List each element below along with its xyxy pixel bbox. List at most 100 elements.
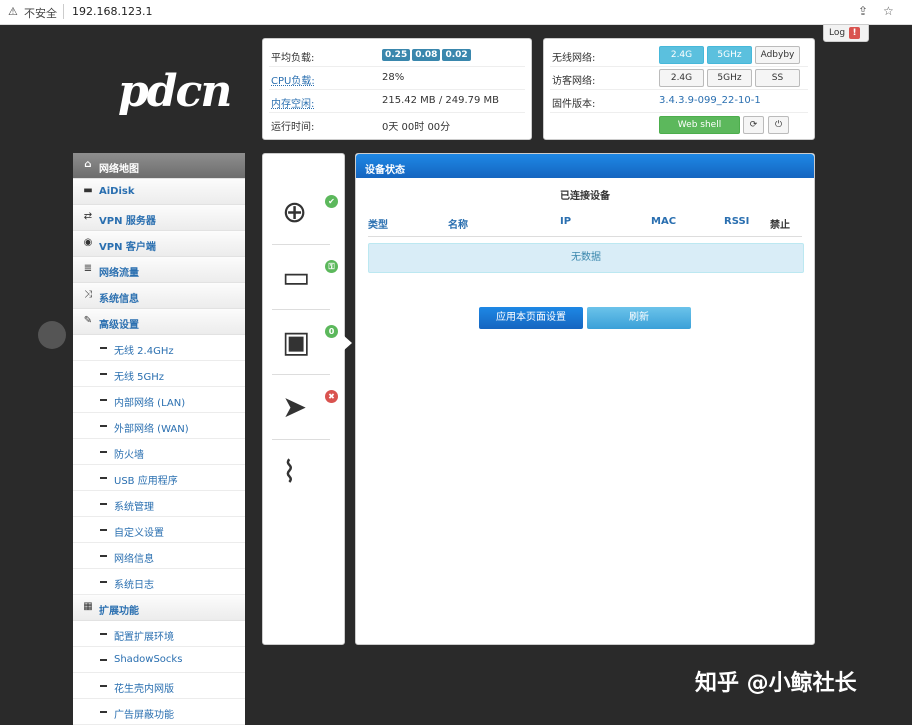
sidebar-sub-label: 配置扩展环境 xyxy=(114,632,174,643)
firmware-key: 固件版本: xyxy=(552,99,596,110)
memory-link[interactable]: 内存空闲: xyxy=(271,95,314,110)
log-button[interactable]: Log ! xyxy=(823,24,869,42)
webshell-button[interactable]: Web shell xyxy=(659,116,740,134)
wrench-icon: ✎ xyxy=(83,315,93,326)
clients-status[interactable]: ▣ 0 xyxy=(272,311,338,375)
browser-address-bar: ⚠ 不安全 192.168.123.1 ⇪ ☆ xyxy=(0,0,912,25)
cpu-value: 28% xyxy=(382,72,405,83)
sidebar-item-aidisk[interactable]: ▬ AiDisk xyxy=(73,179,245,205)
sidebar-item-vpn-client[interactable]: ◉ VPN 客户端 xyxy=(73,231,245,257)
url-field[interactable]: 192.168.123.1 xyxy=(72,5,152,18)
dash-icon xyxy=(100,711,107,713)
dash-icon xyxy=(100,659,107,661)
sidebar-sub-shadowsocks[interactable]: ShadowSocks xyxy=(73,647,245,673)
dash-icon xyxy=(100,477,107,479)
usb-status[interactable]: ⌇ xyxy=(272,441,330,504)
sidebar-sub-label: 自定义设置 xyxy=(114,528,164,539)
load-key: 平均负载: xyxy=(271,53,315,64)
sidebar-item-label: VPN 客户端 xyxy=(99,242,156,253)
sidebar: ⌂ 网络地图 ▬ AiDisk ⇄ VPN 服务器 ◉ VPN 客户端 ≣ 网络… xyxy=(73,153,245,725)
firmware-row: 固件版本: 3.4.3.9-099_22-10-1 xyxy=(550,90,808,113)
guest-24g-button[interactable]: 2.4G xyxy=(659,69,704,87)
sidebar-sub-lan[interactable]: 内部网络 (LAN) xyxy=(73,387,245,413)
sidebar-sub-firewall[interactable]: 防火墙 xyxy=(73,439,245,465)
sidebar-sub-wifi5[interactable]: 无线 5GHz xyxy=(73,361,245,387)
wifi-lock-icon: ▭ xyxy=(282,260,311,295)
sidebar-item-network-map[interactable]: ⌂ 网络地图 xyxy=(73,153,245,179)
sidebar-sub-label: USB 应用程序 xyxy=(114,476,178,487)
sidebar-sub-label: ShadowSocks xyxy=(114,654,183,665)
sidebar-item-extensions[interactable]: ▦ 扩展功能 xyxy=(73,595,245,621)
vpn-status[interactable]: ➤ ✖ xyxy=(272,376,338,440)
sidebar-sub-custom[interactable]: 自定义设置 xyxy=(73,517,245,543)
empty-message: 无数据 xyxy=(368,243,804,273)
dash-icon xyxy=(100,685,107,687)
star-icon[interactable]: ☆ xyxy=(883,4,894,18)
sidebar-item-advanced[interactable]: ✎ 高级设置 xyxy=(73,309,245,335)
sidebar-sub-syslog[interactable]: 系统日志 xyxy=(73,569,245,595)
guest-5g-button[interactable]: 5GHz xyxy=(707,69,752,87)
dash-icon xyxy=(100,347,107,349)
sidebar-item-sysinfo[interactable]: ⤨ 系统信息 xyxy=(73,283,245,309)
sidebar-sub-wifi24[interactable]: 无线 2.4GHz xyxy=(73,335,245,361)
globe-icon: ◉ xyxy=(83,237,93,248)
sidebar-item-label: VPN 服务器 xyxy=(99,216,156,227)
security-label: 不安全 xyxy=(24,7,57,20)
internet-status[interactable]: ⊕ ✔ xyxy=(272,181,338,245)
sidebar-sub-label: 花生壳内网版 xyxy=(114,684,174,695)
logo: pdcn xyxy=(118,66,232,117)
sidebar-sub-label: 无线 5GHz xyxy=(114,372,165,383)
uptime-key: 运行时间: xyxy=(271,122,315,133)
sidebar-sub-label: 系统管理 xyxy=(114,502,154,513)
cpu-link[interactable]: CPU负载: xyxy=(271,72,315,87)
refresh-icon[interactable]: ⟳ xyxy=(743,116,764,134)
dash-icon xyxy=(100,425,107,427)
col-type: 类型 xyxy=(368,220,388,231)
apply-button[interactable]: 应用本页面设置 xyxy=(479,307,583,329)
sidebar-sub-admin[interactable]: 系统管理 xyxy=(73,491,245,517)
globe-network-icon: ⊕ xyxy=(282,195,308,230)
load-badge: 0.02 xyxy=(442,49,471,61)
wifi-5g-button[interactable]: 5GHz xyxy=(707,46,752,64)
sidebar-item-label: 高级设置 xyxy=(99,320,139,331)
shuffle-icon: ⤨ xyxy=(84,289,92,300)
status-icon-column: ⊕ ✔ ▭ ⚿ ▣ 0 ➤ ✖ ⌇ xyxy=(262,153,345,645)
watermark: 知乎 @小鲸社长 xyxy=(695,671,857,696)
panel-header: 设备状态 xyxy=(356,154,814,178)
sidebar-item-vpn-server[interactable]: ⇄ VPN 服务器 xyxy=(73,205,245,231)
load-values: 0.25 0.08 0.02 xyxy=(382,49,473,61)
usb-icon: ⌇ xyxy=(282,455,297,490)
adbyby-button[interactable]: Adbyby xyxy=(755,46,800,64)
wifi-24g-button[interactable]: 2.4G xyxy=(659,46,704,64)
dash-icon xyxy=(100,633,107,635)
floating-circle[interactable] xyxy=(38,321,66,349)
sidebar-sub-label: 系统日志 xyxy=(114,580,154,591)
sidebar-sub-usb[interactable]: USB 应用程序 xyxy=(73,465,245,491)
sidebar-sub-netinfo[interactable]: 网络信息 xyxy=(73,543,245,569)
cpu-row: CPU负载: 28% xyxy=(269,67,525,90)
sidebar-sub-adblock[interactable]: 广告屏蔽功能 xyxy=(73,699,245,725)
sidebar-sub-ext-env[interactable]: 配置扩展环境 xyxy=(73,621,245,647)
dash-icon xyxy=(100,373,107,375)
refresh-button[interactable]: 刷新 xyxy=(587,307,691,329)
sidebar-item-traffic[interactable]: ≣ 网络流量 xyxy=(73,257,245,283)
memory-row: 内存空闲: 215.42 MB / 249.79 MB xyxy=(269,90,525,113)
sidebar-sub-wan[interactable]: 外部网络 (WAN) xyxy=(73,413,245,439)
sidebar-sub-oray[interactable]: 花生壳内网版 xyxy=(73,673,245,699)
uptime-row: 运行时间: 0天 00时 00分 xyxy=(269,113,525,135)
home-icon: ⌂ xyxy=(84,159,92,170)
guest-key: 访客网络: xyxy=(552,76,596,87)
sidebar-item-label: 扩展功能 xyxy=(99,606,139,617)
share-icon[interactable]: ⇪ xyxy=(858,4,868,18)
panel-title: 设备状态 xyxy=(365,165,405,176)
client-count-badge: 0 xyxy=(325,325,338,338)
paper-plane-icon: ➤ xyxy=(282,390,308,425)
sidebar-item-label: AiDisk xyxy=(99,186,135,197)
divider xyxy=(63,4,64,19)
dash-icon xyxy=(100,529,107,531)
wireless-status[interactable]: ▭ ⚿ xyxy=(272,246,338,310)
uptime-value: 0天 00时 00分 xyxy=(382,122,451,133)
guest-row: 访客网络: 2.4G 5GHz SS xyxy=(550,67,808,90)
ss-button[interactable]: SS xyxy=(755,69,800,87)
power-icon[interactable]: ⏻ xyxy=(768,116,789,134)
